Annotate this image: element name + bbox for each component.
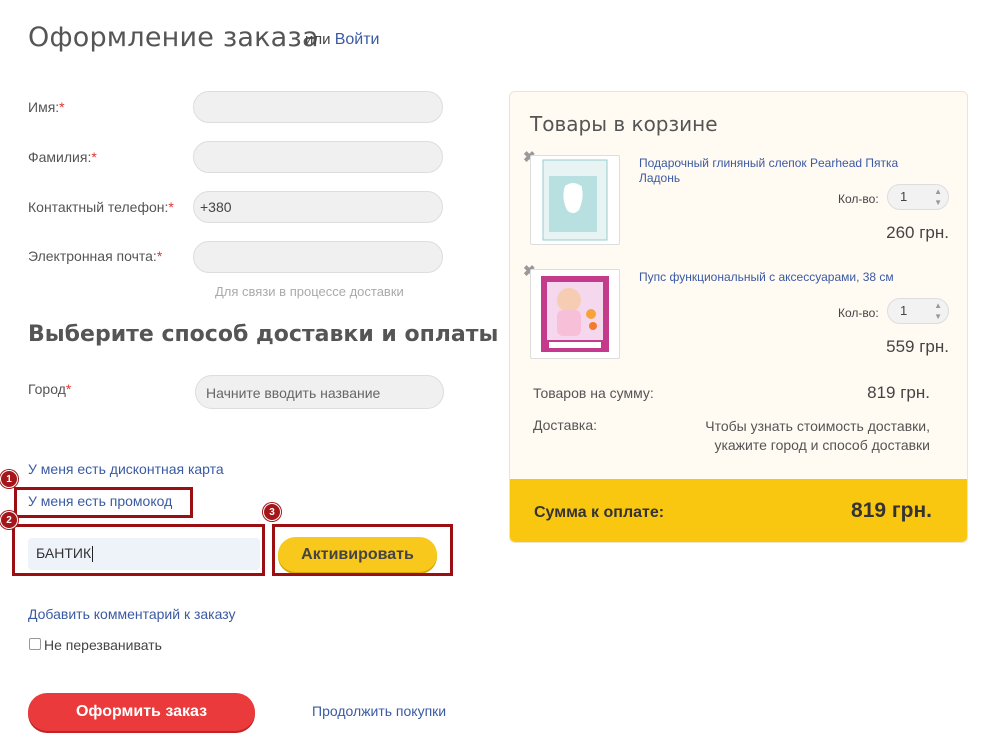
doll-box-image <box>541 276 609 352</box>
or-text: или <box>305 31 331 48</box>
quantity-stepper[interactable]: 1 ▲ ▼ <box>887 298 949 324</box>
page-title: Оформление заказа <box>28 22 319 53</box>
subtotal-value: 819 грн. <box>867 383 930 402</box>
annotation-badge-1: 1 <box>0 470 18 488</box>
annotation-box-promo-input <box>12 524 265 576</box>
cart-title: Товары в корзине <box>530 112 718 136</box>
no-call-label: Не перезванивать <box>44 637 162 653</box>
clay-imprint-kit-image <box>542 159 608 241</box>
login-prompt: или Войти <box>305 31 379 49</box>
place-order-button[interactable]: Оформить заказ <box>28 693 255 731</box>
item-price: 559 грн. <box>886 337 949 356</box>
item-price: 260 грн. <box>886 223 949 242</box>
quantity-label: Кол-во: <box>838 192 879 206</box>
name-field[interactable] <box>193 91 443 123</box>
continue-shopping-link[interactable]: Продолжить покупки <box>312 703 446 719</box>
annotation-box-promo-link <box>14 487 193 518</box>
delivery-note: Чтобы узнать стоимость доставки, укажите… <box>705 418 930 453</box>
email-hint: Для связи в процессе доставки <box>215 284 404 299</box>
quantity-value: 1 <box>900 189 908 204</box>
subtotal-label: Товаров на сумму: <box>533 385 654 401</box>
product-name-link[interactable]: Подарочный глиняный слепок Pearhead Пятк… <box>639 156 919 186</box>
total-label: Сумма к оплате: <box>534 504 665 521</box>
stepper-arrows-icon[interactable]: ▲ ▼ <box>934 186 942 208</box>
delivery-section-title: Выберите способ доставки и оплаты <box>28 322 499 347</box>
no-call-checkbox[interactable] <box>29 638 41 650</box>
discount-card-link[interactable]: У меня есть дисконтная карта <box>28 461 224 477</box>
login-link[interactable]: Войти <box>335 31 380 48</box>
lastname-field[interactable] <box>193 141 443 173</box>
annotation-box-activate <box>272 524 453 576</box>
annotation-badge-2: 2 <box>0 511 18 529</box>
phone-field[interactable]: +380 <box>193 191 443 223</box>
quantity-value: 1 <box>900 303 908 318</box>
phone-label: Контактный телефон:* <box>28 199 174 215</box>
city-input[interactable]: Начните вводить название <box>195 375 444 409</box>
stepper-arrows-icon[interactable]: ▲ ▼ <box>934 300 942 322</box>
product-thumbnail[interactable] <box>530 155 620 245</box>
city-label: Город* <box>28 381 72 397</box>
add-comment-link[interactable]: Добавить комментарий к заказу <box>28 606 236 622</box>
delivery-label: Доставка: <box>533 417 598 433</box>
total-value: 819 грн. <box>851 499 932 522</box>
cart-panel: Товары в корзине ✖ Подарочный глиняный с… <box>509 91 968 543</box>
product-name-link[interactable]: Пупс функциональный с аксессуарами, 38 с… <box>639 270 919 285</box>
email-field[interactable] <box>193 241 443 273</box>
annotation-badge-3: 3 <box>263 503 281 521</box>
quantity-label: Кол-во: <box>838 306 879 320</box>
product-thumbnail[interactable] <box>530 269 620 359</box>
name-label: Имя:* <box>28 99 65 115</box>
quantity-stepper[interactable]: 1 ▲ ▼ <box>887 184 949 210</box>
email-label: Электронная почта:* <box>28 248 163 264</box>
total-bar: Сумма к оплате: 819 грн. <box>510 479 967 542</box>
lastname-label: Фамилия:* <box>28 149 97 165</box>
